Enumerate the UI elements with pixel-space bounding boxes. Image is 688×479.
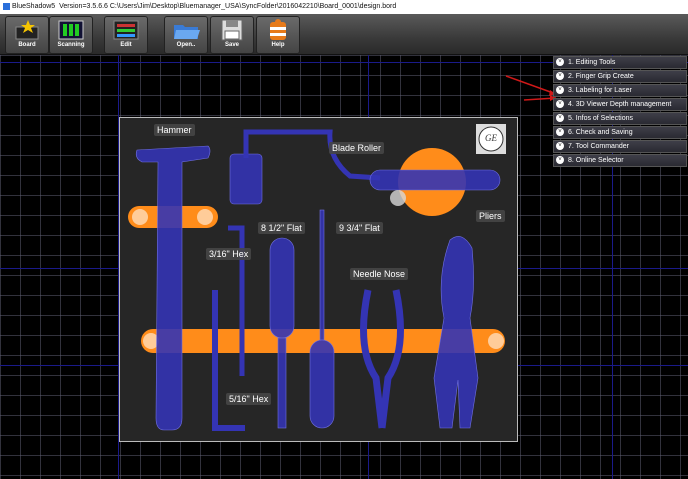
open-button[interactable]: Open.. bbox=[164, 16, 208, 54]
workflow-menu: ˅ 1. Editing Tools ˅ 2. Finger Grip Create… bbox=[553, 56, 687, 168]
scanning-button[interactable]: Scanning bbox=[49, 16, 93, 54]
label-hex-3-16[interactable]: 3/16" Hex bbox=[206, 248, 252, 260]
label-blade-roller[interactable]: Blade Roller bbox=[329, 142, 385, 154]
label-hex-5-16[interactable]: 5/16" Hex bbox=[226, 393, 272, 405]
help-button[interactable]: Help bbox=[256, 16, 300, 54]
app-name: BlueShadow5 bbox=[12, 3, 56, 10]
board-button[interactable]: Board bbox=[5, 16, 49, 54]
label-hammer[interactable]: Hammer bbox=[154, 124, 195, 136]
menu-item-3d-viewer[interactable]: ˅ 4. 3D Viewer Depth management bbox=[553, 98, 687, 111]
chevron-down-icon: ˅ bbox=[556, 86, 564, 94]
menu-item-tool-commander[interactable]: ˅ 7. Tool Commander bbox=[553, 140, 687, 153]
menu-item-labeling-for-laser[interactable]: ˅ 3. Labeling for Laser bbox=[553, 84, 687, 97]
flat-9-75-screwdriver-tool bbox=[309, 209, 335, 429]
label-flat-9-75[interactable]: 9 3/4" Flat bbox=[336, 222, 383, 234]
label-flat-8-5[interactable]: 8 1/2" Flat bbox=[258, 222, 305, 234]
menu-item-online-selector[interactable]: ˅ 8. Online Selector bbox=[553, 154, 687, 167]
tool-board[interactable]: Hammer Blade Roller Pliers 8 1/2" Flat 9… bbox=[119, 117, 518, 442]
needle-nose-tool bbox=[360, 289, 404, 429]
edit-button[interactable]: Edit bbox=[104, 16, 148, 54]
title-path: Version=3.5.6.6 C:\Users\Jim\Desktop\Blu… bbox=[59, 3, 397, 10]
main-toolbar: Board Scanning Edit Open.. Save Help bbox=[0, 14, 688, 55]
open-folder-icon bbox=[174, 25, 200, 39]
chevron-down-icon: ˅ bbox=[556, 100, 564, 108]
menu-item-finger-grip-create[interactable]: ˅ 2. Finger Grip Create bbox=[553, 70, 687, 83]
menu-item-infos-of-selections[interactable]: ˅ 5. Infos of Selections bbox=[553, 112, 687, 125]
label-pliers[interactable]: Pliers bbox=[476, 210, 505, 222]
menu-item-editing-tools[interactable]: ˅ 1. Editing Tools bbox=[553, 56, 687, 69]
save-button[interactable]: Save bbox=[210, 16, 254, 54]
hammer-tool bbox=[135, 145, 211, 431]
chevron-down-icon: ˅ bbox=[556, 72, 564, 80]
ge-logo-text: GE bbox=[485, 133, 497, 143]
scanning-icon bbox=[58, 20, 84, 40]
help-icon bbox=[270, 19, 286, 40]
chevron-down-icon: ˅ bbox=[556, 58, 564, 66]
chevron-down-icon: ˅ bbox=[556, 114, 564, 122]
chevron-down-icon: ˅ bbox=[556, 142, 564, 150]
save-disk-icon bbox=[221, 19, 243, 41]
app-logo-icon bbox=[3, 2, 10, 10]
chevron-down-icon: ˅ bbox=[556, 128, 564, 136]
tool-layout bbox=[128, 124, 506, 431]
label-needle-nose[interactable]: Needle Nose bbox=[350, 268, 409, 280]
menu-item-check-and-saving[interactable]: ˅ 6. Check and Saving bbox=[553, 126, 687, 139]
chevron-down-icon: ˅ bbox=[556, 156, 564, 164]
edit-icon bbox=[113, 20, 139, 40]
title-bar: BlueShadow5 Version=3.5.6.6 C:\Users\Jim… bbox=[0, 0, 688, 15]
board-star-icon bbox=[15, 20, 39, 40]
flat-8-5-screwdriver-tool bbox=[269, 237, 295, 429]
